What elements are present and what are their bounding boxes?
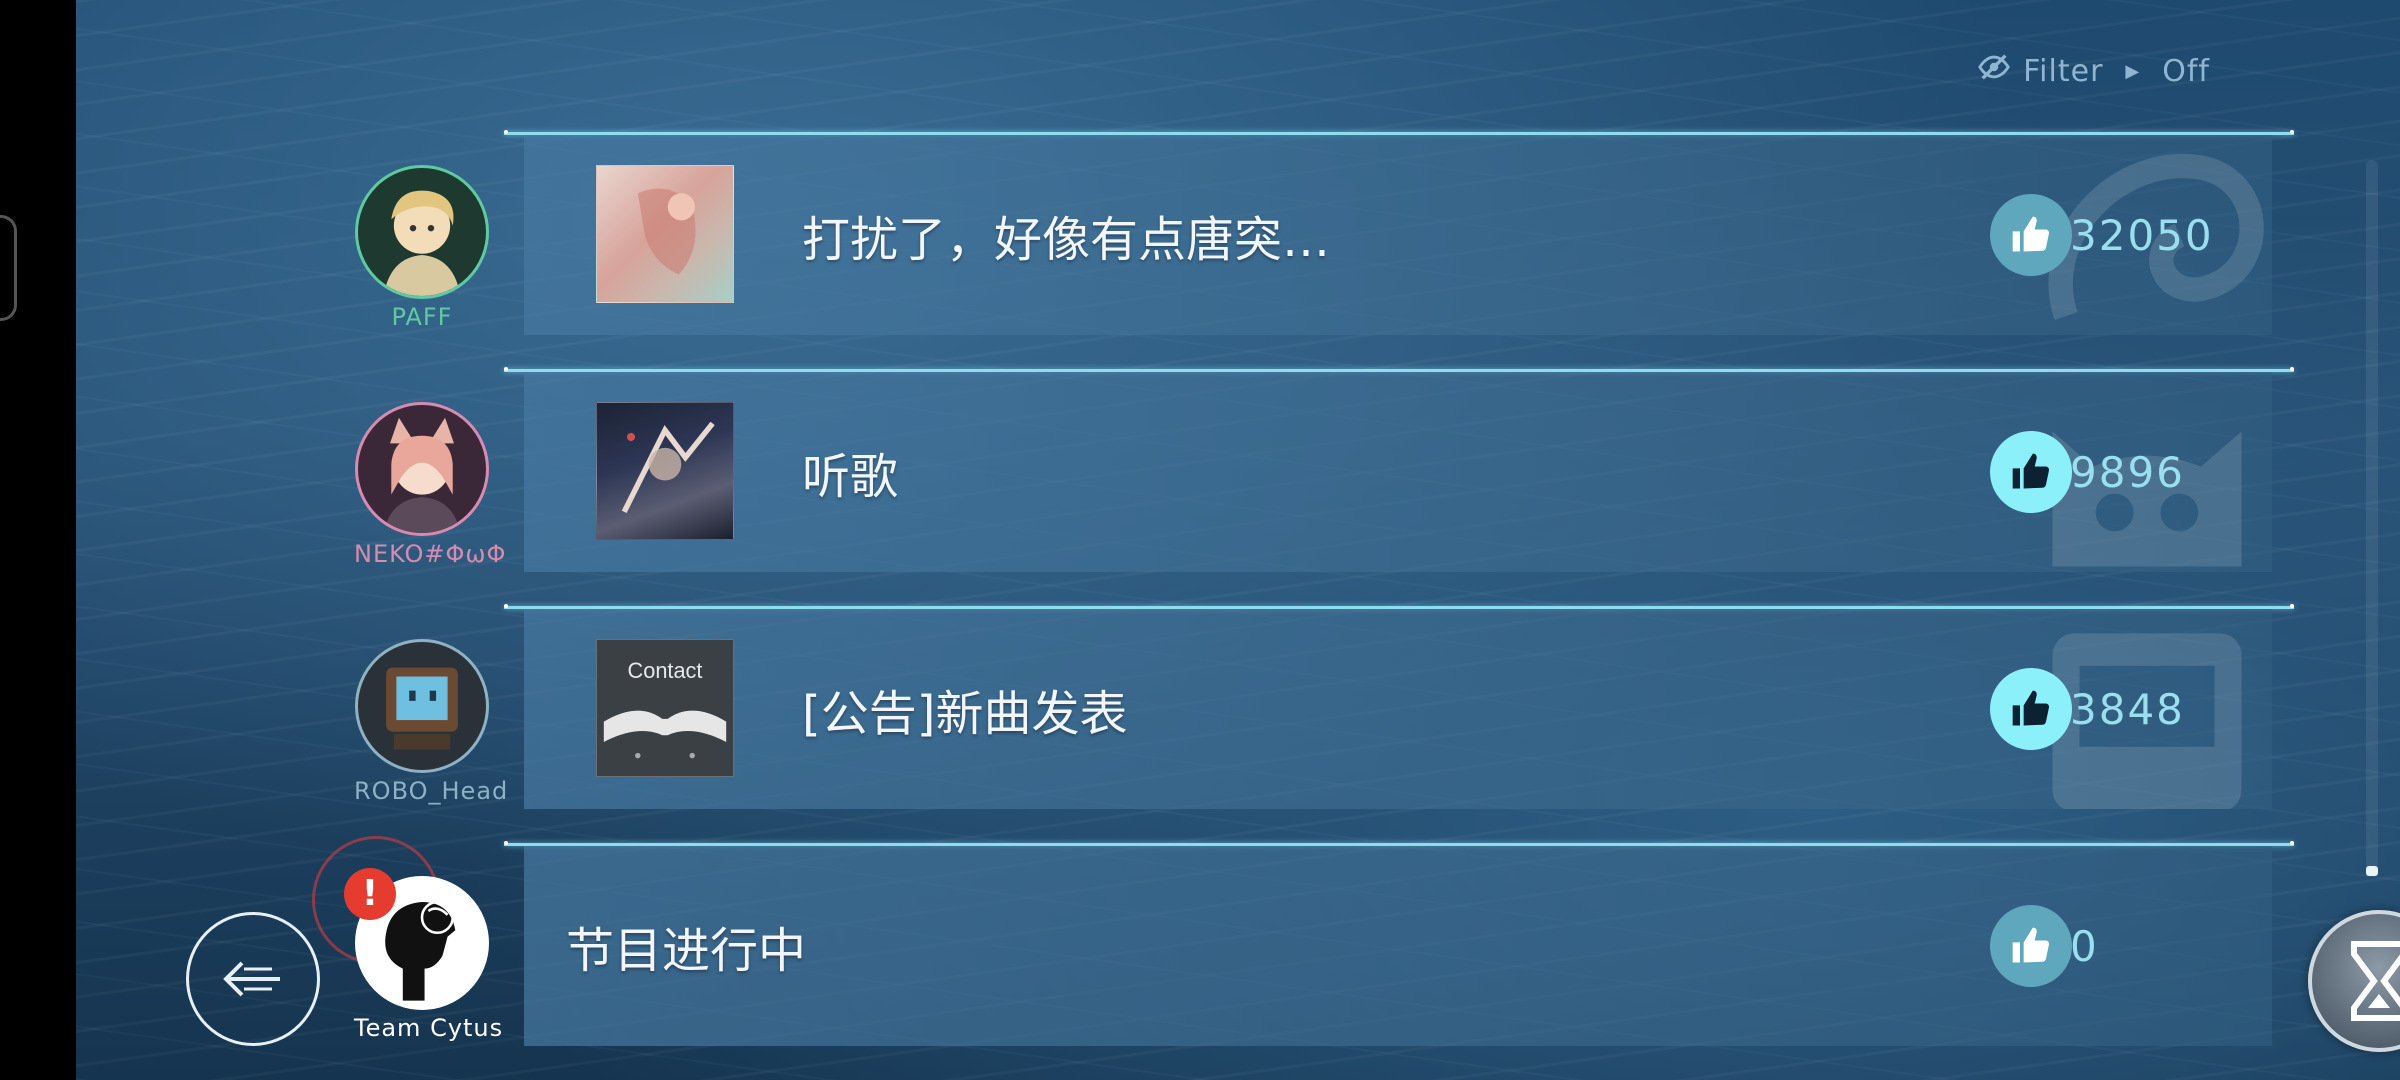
like-button[interactable] — [1990, 905, 2072, 987]
like-button[interactable] — [1990, 194, 2072, 276]
thumbs-up-icon — [2012, 690, 2050, 726]
avatar — [355, 165, 489, 299]
thread-row[interactable]: 听歌 9896 — [524, 372, 2272, 572]
thread-title: 打扰了，好像有点唐突… — [802, 212, 1331, 268]
like-count: 32050 — [2070, 210, 2214, 260]
thread-row[interactable]: 节目进行中 0 — [524, 846, 2272, 1046]
thumbs-up-icon — [2012, 453, 2050, 489]
thumbs-up-icon — [2012, 216, 2050, 252]
scrollbar[interactable] — [2366, 160, 2378, 876]
thread-title: [公告]新曲发表 — [802, 686, 1128, 742]
author-avatar[interactable]: PAFF — [354, 165, 490, 331]
back-button[interactable] — [186, 912, 320, 1046]
contact-thumb-text: Contact — [628, 658, 703, 683]
like-count: 0 — [2070, 921, 2099, 971]
chevron-right-icon: ▶ — [2125, 60, 2141, 82]
forum-screen: Filter ▶ Off 打扰了，好像有点唐突… 32050 PAFF 听歌 9… — [76, 0, 2400, 1080]
filter-label: Filter — [2023, 53, 2104, 89]
thread-row[interactable]: Contact [公告]新曲发表 3848 — [524, 609, 2272, 809]
avatar — [355, 639, 489, 773]
song-thumbnail — [596, 165, 734, 303]
filter-value: Off — [2162, 53, 2210, 89]
menu-button[interactable] — [2308, 910, 2400, 1052]
hourglass-icon — [2351, 941, 2400, 1021]
like-button[interactable] — [1990, 668, 2072, 750]
avatar — [355, 402, 489, 536]
scrollbar-thumb[interactable] — [2366, 866, 2378, 876]
author-avatar[interactable]: NEKO#ΦωΦ — [354, 402, 507, 568]
like-count: 9896 — [2070, 447, 2185, 497]
thread-title: 节目进行中 — [566, 923, 807, 979]
thread-row[interactable]: 打扰了，好像有点唐突… 32050 — [524, 135, 2272, 335]
song-thumbnail — [596, 402, 734, 540]
thumbs-up-icon — [2012, 927, 2050, 963]
author-name: Team Cytus — [354, 1014, 504, 1042]
alert-badge-icon: ! — [344, 868, 396, 920]
thread-title: 听歌 — [802, 449, 899, 505]
filter-toggle[interactable]: Filter ▶ Off — [1977, 50, 2210, 92]
author-avatar[interactable]: ROBO_Head — [354, 639, 509, 805]
like-count: 3848 — [2070, 684, 2185, 734]
back-arrow-icon — [223, 961, 280, 997]
like-button[interactable] — [1990, 431, 2072, 513]
author-name: NEKO#ΦωΦ — [354, 540, 507, 568]
author-name: PAFF — [391, 303, 453, 331]
eye-off-icon — [1977, 50, 2011, 92]
device-bezel — [0, 0, 76, 1080]
device-side-button — [0, 215, 17, 321]
song-thumbnail: Contact — [596, 639, 734, 777]
author-name: ROBO_Head — [354, 777, 509, 805]
